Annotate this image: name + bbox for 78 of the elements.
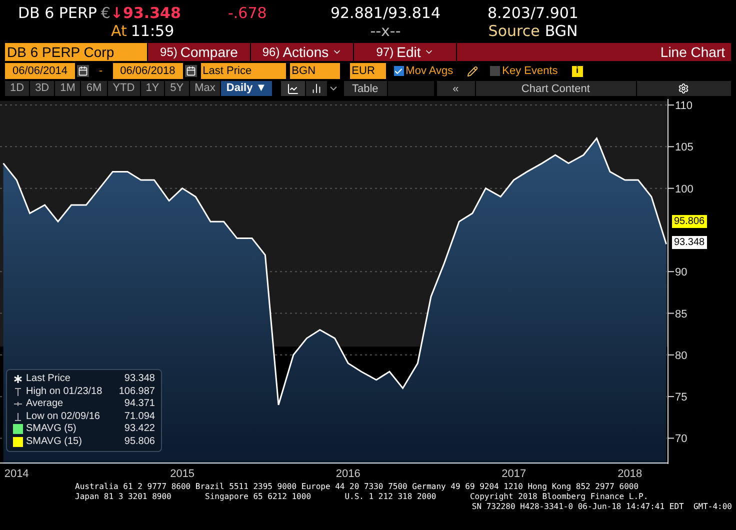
legend-value: 106.987 xyxy=(118,386,155,398)
axis-label: 2015 xyxy=(170,468,195,480)
legend-label: Low on 02/09/16 xyxy=(26,410,101,423)
currency-dropdown[interactable]: EUR xyxy=(350,62,386,80)
axis-label: 2014 xyxy=(4,468,29,480)
toolbar-button[interactable]: 96) Actions xyxy=(251,43,353,61)
period-tab[interactable]: 3D xyxy=(30,81,54,96)
axis-label: 90 xyxy=(675,266,688,279)
axis-label: 85 xyxy=(675,308,688,320)
price-tag: 95.806 xyxy=(672,214,707,228)
currency: € xyxy=(100,4,110,22)
time-label: At xyxy=(111,22,127,40)
footer-text: Australia 61 2 9777 8600 Brazil 5511 2395 9000 Europe 44 20 7330 7500 Germany 49 69 9204 1210 Hong Kong 852 2977 6000 xyxy=(74,482,640,492)
period-tab[interactable]: 1D xyxy=(5,81,30,96)
bid-ask: 92.881/93.814 xyxy=(330,4,441,22)
legend-value: 71.094 xyxy=(124,410,155,423)
bars-icon[interactable] xyxy=(306,81,327,96)
settings-icon[interactable] xyxy=(636,81,731,96)
legend-value: 95.806 xyxy=(124,436,155,448)
low-marker-icon xyxy=(13,412,23,422)
period-tab[interactable]: 1Y xyxy=(140,81,164,96)
legend-value: 94.371 xyxy=(124,398,155,410)
price: ↓93.348 xyxy=(110,4,181,22)
source-field[interactable]: BGN xyxy=(290,62,340,80)
legend-value: 93.422 xyxy=(124,423,155,436)
time: 11:59 xyxy=(130,22,174,40)
period-tab[interactable]: 6M xyxy=(81,81,107,96)
price-tag: 93.348 xyxy=(672,236,707,249)
calendar-icon[interactable] xyxy=(77,65,89,77)
legend-value: 93.348 xyxy=(124,373,155,386)
line-chart-icon[interactable] xyxy=(280,81,305,96)
info-badge[interactable]: i xyxy=(572,66,583,76)
axis-label: 2017 xyxy=(502,468,526,480)
period-tab[interactable]: YTD xyxy=(108,81,140,96)
axis-label: 110 xyxy=(675,100,693,112)
period-tab[interactable]: 5Y xyxy=(165,81,189,96)
axis-label: 105 xyxy=(675,142,694,154)
period-tab[interactable]: Max xyxy=(190,81,220,96)
star-icon xyxy=(13,374,23,384)
axis-label: 2016 xyxy=(336,468,360,480)
legend-label: SMAVG (15) xyxy=(26,436,83,448)
axis-label: 2018 xyxy=(618,468,642,480)
legend-label: Last Price xyxy=(26,373,72,386)
price-change: -.678 xyxy=(228,4,268,24)
legend-label: SMAVG (5) xyxy=(26,423,78,436)
axis-label: 80 xyxy=(675,350,688,362)
end-date-field[interactable]: 06/06/2018 xyxy=(112,62,183,80)
calendar-icon[interactable] xyxy=(184,65,197,77)
period-tab[interactable]: Daily ▼ xyxy=(221,81,272,96)
field-dropdown[interactable]: Last Price xyxy=(200,62,286,80)
high-marker-icon xyxy=(13,386,23,397)
ticker: DB 6 PERP xyxy=(18,4,97,22)
toolbar-button[interactable]: 97) Edit xyxy=(354,43,456,61)
yields: 8.203/7.901 xyxy=(488,4,578,22)
security-field[interactable]: DB 6 PERP Corp xyxy=(5,43,147,61)
axis-label: 100 xyxy=(675,183,694,196)
key-events-checkbox[interactable] xyxy=(490,66,500,76)
period-tab[interactable]: 1M xyxy=(55,81,80,96)
toolbar-button[interactable]: 95) Compare xyxy=(148,43,250,61)
source: BGN xyxy=(544,22,578,40)
panel-title: Line Chart xyxy=(457,43,731,61)
mov-avgs-checkbox[interactable] xyxy=(394,66,404,76)
table-button[interactable]: Table xyxy=(344,81,387,96)
size: --x-- xyxy=(370,22,401,40)
separator: - xyxy=(98,64,104,79)
chart-content-button[interactable]: Chart Content xyxy=(476,81,636,96)
source-label: Source xyxy=(488,22,540,40)
checkbox-label: Mov Avgs xyxy=(406,64,454,79)
axis-label: 70 xyxy=(675,433,688,446)
legend-label: High on 01/23/18 xyxy=(26,386,104,398)
pencil-icon[interactable] xyxy=(467,66,478,76)
footer-text: SN 732280 H428-3341-0 06-Jun-18 14:47:41 EDT GMT-4:00 xyxy=(470,502,733,512)
checkbox-label: Key Events xyxy=(502,64,558,79)
legend-label: Average xyxy=(26,398,64,410)
footer-text: Japan 81 3 3201 8900 Singapore 65 6212 1000 U.S. 1 212 318 2000 Copyright 2018 Bloomberg Finance L.P. xyxy=(74,492,650,502)
axis-label: 75 xyxy=(675,392,688,404)
start-date-field[interactable]: 06/06/2014 xyxy=(5,62,75,80)
collapse-button[interactable]: « xyxy=(436,81,475,96)
